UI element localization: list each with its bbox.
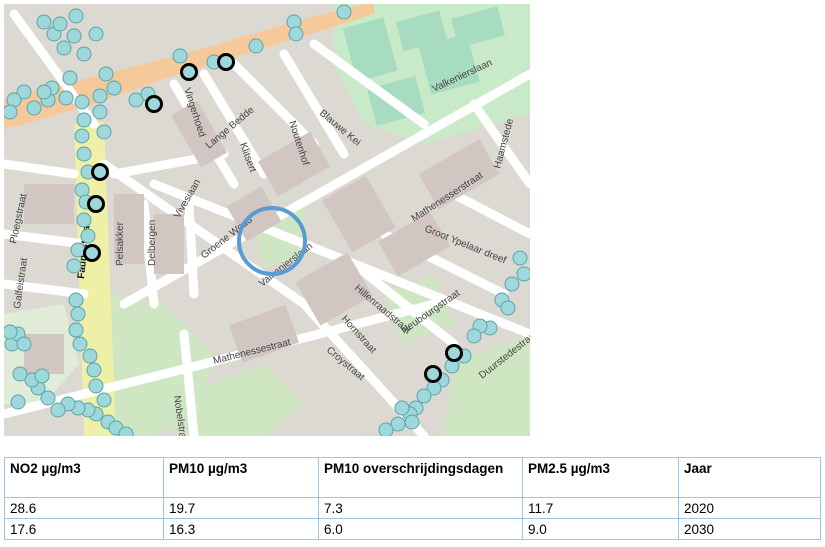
measurement-point-marker[interactable] — [76, 46, 92, 62]
measurement-point-marker[interactable] — [378, 422, 394, 436]
cell-pm10-days: 6.0 — [318, 518, 523, 540]
cell-year: 2030 — [678, 518, 821, 540]
measurement-point-marker[interactable] — [98, 66, 114, 82]
measurement-point-marker[interactable] — [512, 250, 528, 266]
map[interactable]: Vingerhoed Lange Bedde Klitsert Noutenho… — [4, 4, 530, 436]
measurement-point-marker[interactable] — [172, 48, 188, 64]
measurement-point-marker[interactable] — [58, 90, 74, 106]
street-label-delbergen: Delbergen — [147, 220, 158, 266]
street-label-pelsakker: Pelsakker — [115, 221, 126, 266]
measurement-point-marker[interactable] — [92, 104, 108, 120]
measurement-point-marker[interactable] — [16, 336, 32, 352]
measurement-point-marker[interactable] — [66, 28, 82, 44]
measurement-point-marker[interactable] — [394, 400, 410, 416]
measurement-point-marker[interactable] — [56, 40, 72, 56]
map-canvas: Vingerhoed Lange Bedde Klitsert Noutenho… — [4, 4, 530, 436]
measurement-point-marker[interactable] — [118, 426, 134, 436]
header-pm25: PM2.5 µg/m3 — [522, 457, 679, 498]
measurement-point-marker[interactable] — [76, 212, 92, 228]
measurement-point-marker[interactable] — [96, 392, 112, 408]
measurement-point-marker[interactable] — [504, 276, 520, 292]
measurement-point-marker[interactable] — [66, 258, 82, 274]
measurement-point-marker[interactable] — [288, 26, 304, 42]
measurement-point-marker[interactable] — [26, 100, 42, 116]
header-pm10-days: PM10 overschrijdingsdagen — [318, 457, 523, 498]
measurement-station-marker[interactable] — [145, 95, 163, 113]
cell-no2: 17.6 — [4, 518, 164, 540]
measurement-point-marker[interactable] — [86, 362, 102, 378]
measurement-point-marker[interactable] — [88, 26, 104, 42]
measurement-point-marker[interactable] — [50, 402, 66, 418]
measurement-station-marker[interactable] — [445, 344, 463, 362]
measurement-point-marker[interactable] — [70, 306, 86, 322]
table-header-row: NO2 µg/m3 PM10 µg/m3 PM10 overschrijding… — [4, 457, 821, 498]
measurement-point-marker[interactable] — [36, 14, 52, 30]
measurement-point-marker[interactable] — [76, 146, 92, 162]
cell-pm10: 19.7 — [163, 497, 319, 519]
cell-no2: 28.6 — [4, 497, 164, 519]
measurement-point-marker[interactable] — [68, 8, 84, 24]
measurement-point-marker[interactable] — [74, 94, 90, 110]
cell-pm25: 9.0 — [522, 518, 679, 540]
measurement-point-marker[interactable] — [34, 368, 50, 384]
measurement-point-marker[interactable] — [500, 300, 516, 316]
measurement-point-marker[interactable] — [4, 324, 18, 340]
measurement-point-marker[interactable] — [36, 84, 52, 100]
measurement-point-marker[interactable] — [416, 388, 432, 404]
measurement-point-marker[interactable] — [70, 242, 86, 258]
measurement-point-marker[interactable] — [96, 124, 112, 140]
measurement-point-marker[interactable] — [466, 328, 482, 344]
measurement-point-marker[interactable] — [76, 112, 92, 128]
measurement-station-marker[interactable] — [87, 195, 105, 213]
header-no2: NO2 µg/m3 — [4, 457, 164, 498]
measurement-station-marker[interactable] — [217, 53, 235, 71]
header-pm10: PM10 µg/m3 — [163, 457, 319, 498]
table-row: 28.6 19.7 7.3 11.7 2020 — [4, 497, 821, 519]
cell-pm10: 16.3 — [163, 518, 319, 540]
air-quality-table: NO2 µg/m3 PM10 µg/m3 PM10 overschrijding… — [4, 457, 821, 540]
cell-pm10-days: 7.3 — [318, 497, 523, 519]
measurement-point-marker[interactable] — [74, 128, 90, 144]
measurement-point-marker[interactable] — [82, 348, 98, 364]
measurement-point-marker[interactable] — [68, 292, 84, 308]
header-year: Jaar — [678, 457, 821, 498]
table-row: 17.6 16.3 6.0 9.0 2030 — [4, 518, 821, 540]
measurement-station-marker[interactable] — [424, 365, 442, 383]
measurement-point-marker[interactable] — [80, 228, 96, 244]
measurement-point-marker[interactable] — [88, 378, 104, 394]
cell-year: 2020 — [678, 497, 821, 519]
measurement-station-marker[interactable] — [180, 63, 198, 81]
cell-pm25: 11.7 — [522, 497, 679, 519]
measurement-point-marker[interactable] — [248, 38, 264, 54]
measurement-station-marker[interactable] — [91, 163, 109, 181]
measurement-point-marker[interactable] — [336, 4, 352, 20]
measurement-point-marker[interactable] — [12, 366, 28, 382]
measurement-point-marker[interactable] — [10, 394, 26, 410]
measurement-point-marker[interactable] — [92, 88, 108, 104]
measurement-point-marker[interactable] — [68, 322, 84, 338]
measurement-point-marker[interactable] — [4, 104, 18, 120]
measurement-point-marker[interactable] — [404, 414, 420, 430]
measurement-station-marker[interactable] — [83, 244, 101, 262]
measurement-point-marker[interactable] — [72, 336, 88, 352]
measurement-point-marker[interactable] — [62, 70, 78, 86]
measurement-point-marker[interactable] — [516, 266, 530, 282]
measurement-point-marker[interactable] — [52, 16, 68, 32]
measurement-point-marker[interactable] — [106, 80, 122, 96]
